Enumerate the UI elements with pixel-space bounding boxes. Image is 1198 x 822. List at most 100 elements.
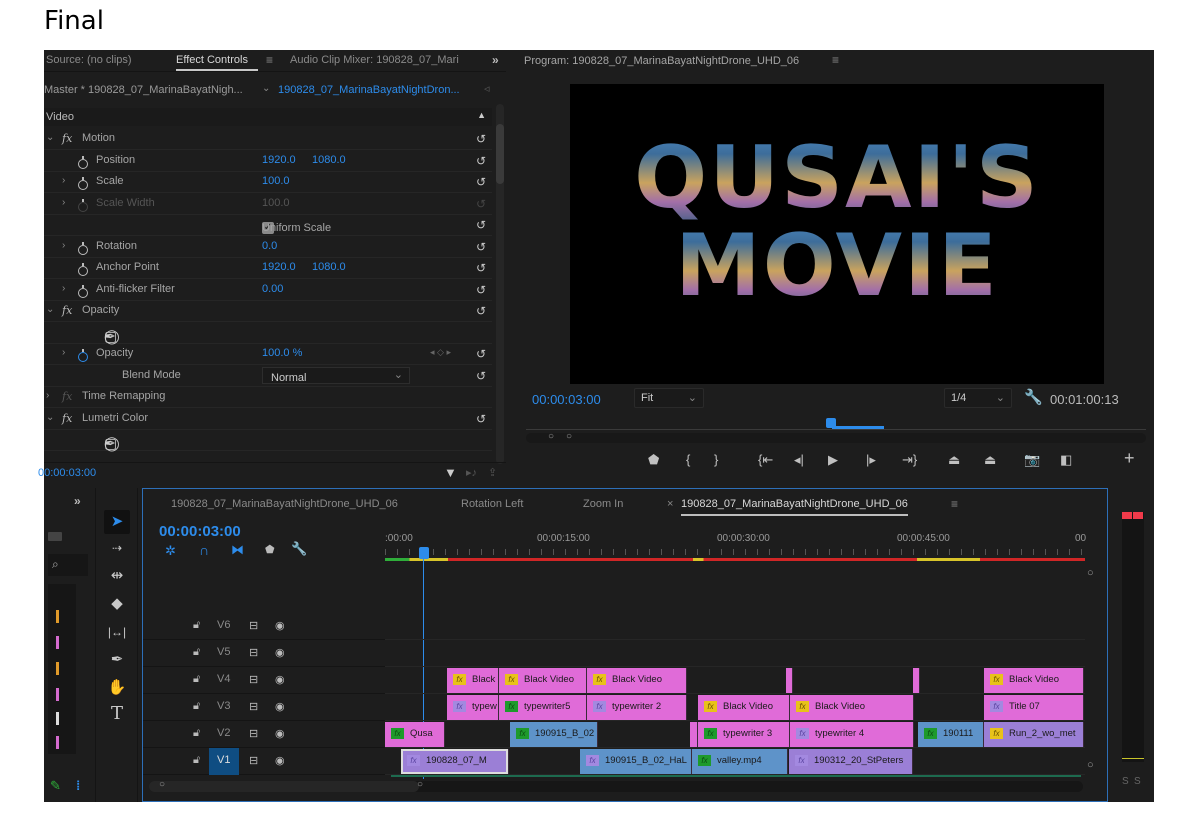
effect-row[interactable]: ⌄ fx Opacity ↺ <box>44 300 492 322</box>
chevron-down-icon[interactable]: ⌄ <box>46 132 54 143</box>
sync-lock-icon[interactable]: ⊟ <box>249 619 258 632</box>
timeline-clip[interactable]: fx Black Video <box>790 695 914 720</box>
pen-mask-icon[interactable]: ✒ <box>104 328 116 345</box>
effect-row[interactable]: › Scale Width 100.0 ↺ <box>44 193 492 215</box>
mark-out-icon[interactable]: } <box>714 452 718 467</box>
add-icon[interactable]: + <box>1124 448 1135 469</box>
timeline-clip[interactable]: fx 190915_B_02 <box>510 722 598 747</box>
chevron-right-icon[interactable]: › <box>62 347 65 358</box>
effect-row[interactable]: ◯ ▢ ✒ <box>44 429 492 451</box>
triangle-left-icon[interactable]: ◃ <box>484 82 490 95</box>
wrench-icon[interactable]: 🔧 <box>1024 388 1043 406</box>
track-target-toggle[interactable]: V4 <box>209 667 239 694</box>
eye-icon[interactable]: ◉ <box>275 619 285 632</box>
type-tool-icon[interactable]: T <box>104 702 130 726</box>
playhead-handle[interactable] <box>419 547 429 559</box>
go-to-in-icon[interactable]: {⇤ <box>758 452 773 468</box>
linked-selection-icon[interactable]: ⧓ <box>231 542 244 558</box>
tab-audio-clip-mixer[interactable]: Audio Clip Mixer: 190828_07_Mari <box>290 54 459 66</box>
go-to-out-icon[interactable]: ⇥} <box>902 452 917 468</box>
chevron-right-icon[interactable]: › <box>62 197 65 208</box>
more-icon[interactable]: ⁞ <box>76 778 80 793</box>
lock-icon[interactable]: 🔓︎ <box>193 646 200 659</box>
double-chevron-icon[interactable]: » <box>492 53 499 67</box>
pen-mask-icon[interactable]: ✒ <box>104 435 116 452</box>
track-target-toggle[interactable]: V3 <box>209 694 239 721</box>
timeline-clip[interactable]: fx 190915_B_02_HaL <box>580 749 692 774</box>
blend-mode-select[interactable]: Normal ⌄ <box>262 366 410 384</box>
timeline-clip[interactable]: fx typewriter 4 <box>790 722 914 747</box>
effect-row[interactable]: › Rotation 0.0 ↺ <box>44 236 492 258</box>
mark-in-icon[interactable]: { <box>686 452 690 467</box>
timeline-clip[interactable]: fx typew <box>447 695 499 720</box>
close-icon[interactable]: × <box>667 498 673 510</box>
lock-icon[interactable]: 🔓︎ <box>193 619 200 632</box>
fx-icon[interactable]: fx <box>62 390 72 403</box>
export-frame-icon[interactable]: 📷 <box>1024 452 1040 468</box>
keyframe-nav[interactable]: ◂ ◇ ▸ <box>430 347 451 358</box>
scrollbar[interactable] <box>496 104 504 464</box>
track-lane[interactable]: fx 190828_07_M fx 190915_B_02_HaL fx valley.m… <box>385 748 1085 775</box>
reset-icon[interactable]: ↺ <box>476 369 486 383</box>
effect-row[interactable]: Blend Mode Normal ⌄ ↺ <box>44 365 492 387</box>
timeline-clip[interactable]: fx Black Video <box>587 668 687 693</box>
prop-value[interactable]: 0.00 <box>262 283 283 295</box>
hamburger-icon[interactable]: ≡ <box>266 53 273 67</box>
clip-label[interactable]: 190828_07_MarinaBayatNightDron... <box>278 84 460 96</box>
scroll-handle-right[interactable]: ○ <box>566 431 572 442</box>
extract-icon[interactable]: ⏏ <box>984 452 996 468</box>
timeline-clip[interactable]: fx typewriter 3 <box>698 722 790 747</box>
sync-lock-icon[interactable]: ⊟ <box>249 700 258 713</box>
timeline-clip[interactable] <box>690 722 698 747</box>
effect-row[interactable]: Position 1920.0 1080.0 ↺ <box>44 150 492 172</box>
folder-icon[interactable] <box>48 532 62 541</box>
reset-icon[interactable]: ↺ <box>476 154 486 168</box>
reset-icon[interactable]: ↺ <box>476 283 486 297</box>
timeline-clip[interactable]: fx Qusa <box>385 722 445 747</box>
reset-icon[interactable]: ↺ <box>476 240 486 254</box>
nest-icon[interactable]: ✲ <box>165 543 176 559</box>
hand-tool-icon[interactable]: ✋ <box>104 676 130 700</box>
master-clip-label[interactable]: Master * 190828_07_MarinaBayatNigh... <box>44 84 243 96</box>
sync-lock-icon[interactable]: ⊟ <box>249 727 258 740</box>
horizontal-scrollbar[interactable]: ○ ○ <box>149 779 1083 792</box>
prop-value[interactable]: 100.0 % <box>262 347 302 359</box>
timeline-clip[interactable]: fx 190312_20_StPeters <box>789 749 913 774</box>
search-icon[interactable]: ⌕ <box>48 554 88 576</box>
timeline-tab-1[interactable]: 190828_07_MarinaBayatNightDrone_UHD_06 <box>171 498 398 510</box>
lock-icon[interactable]: 🔓︎ <box>193 700 200 713</box>
scroll-handle[interactable]: ○ <box>1087 759 1094 771</box>
timeline-tab-zoom-in[interactable]: Zoom In <box>583 498 623 510</box>
scroll-handle-left[interactable]: ○ <box>548 431 554 442</box>
fx-icon[interactable]: fx <box>62 412 72 425</box>
eye-icon[interactable]: ◉ <box>275 754 285 767</box>
sync-lock-icon[interactable]: ⊟ <box>249 754 258 767</box>
eye-icon[interactable]: ◉ <box>275 700 285 713</box>
track-target-toggle[interactable]: V6 <box>209 613 239 640</box>
track-lane[interactable]: fx typew fx typewriter5 fx typewriter 2 fx Blac… <box>385 694 1085 721</box>
prop-value[interactable]: 1920.0 <box>262 261 296 273</box>
play-icon[interactable]: ▶ <box>828 452 838 468</box>
chevron-right-icon[interactable]: › <box>62 175 65 186</box>
chevron-right-icon[interactable]: › <box>62 240 65 251</box>
reset-icon[interactable]: ↺ <box>476 175 486 189</box>
lift-icon[interactable]: ⏏ <box>948 452 960 468</box>
step-back-icon[interactable]: ◂| <box>794 452 804 468</box>
reset-icon[interactable]: ↺ <box>476 261 486 275</box>
timeline-clip[interactable]: fx Black Video <box>984 668 1084 693</box>
track-target-toggle[interactable]: V2 <box>209 721 239 748</box>
track-lane[interactable]: fx Black fx Black Video fx Black Video fx Black… <box>385 667 1085 694</box>
fx-icon[interactable]: fx <box>62 304 72 317</box>
snap-icon[interactable]: ∩ <box>199 542 209 558</box>
timeline-clip[interactable] <box>786 668 793 693</box>
eye-icon[interactable]: ◉ <box>275 673 285 686</box>
pencil-icon[interactable]: ✎ <box>50 778 61 794</box>
timeline-clip[interactable]: fx 190828_07_M <box>401 749 509 774</box>
marker-icon[interactable]: ⬟ <box>648 452 659 468</box>
effect-row[interactable]: Anchor Point 1920.0 1080.0 ↺ <box>44 257 492 279</box>
program-video-frame[interactable]: QUSAI'S MOVIE <box>570 84 1104 384</box>
timeline-clip[interactable]: fx Black <box>447 668 499 693</box>
ripple-edit-tool-icon[interactable]: ⇹ <box>104 564 130 588</box>
reset-icon[interactable]: ↺ <box>476 132 486 146</box>
chevron-down-icon[interactable]: ⌄ <box>46 304 54 315</box>
